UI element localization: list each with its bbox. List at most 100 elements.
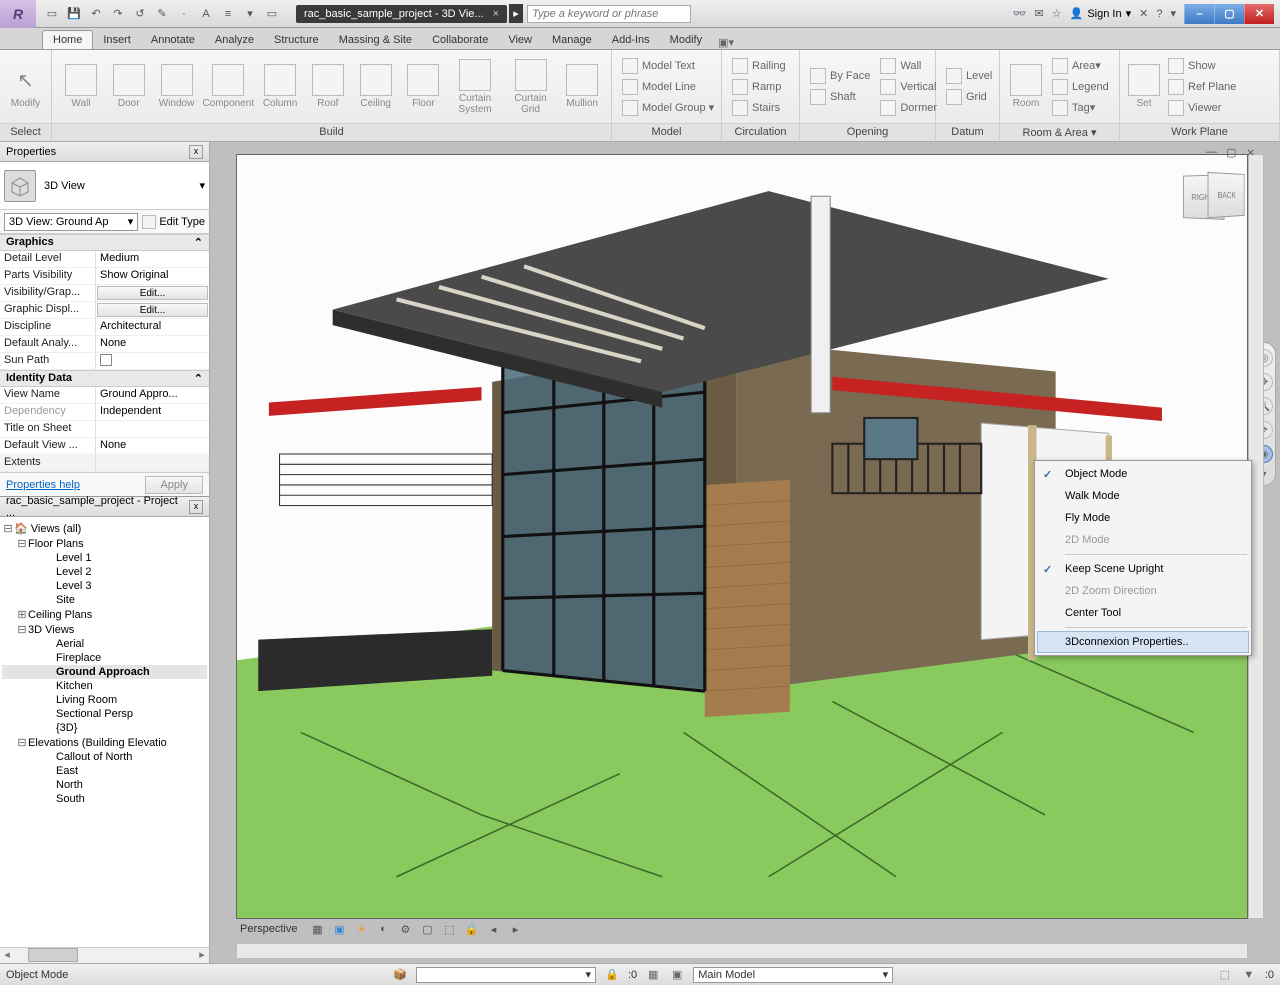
tree-item[interactable]: Level 3 xyxy=(2,579,207,593)
prop-value[interactable]: Architectural xyxy=(96,319,209,335)
filter-icon[interactable]: ▼ xyxy=(1241,967,1257,983)
prop-value[interactable] xyxy=(96,353,209,369)
tree-item[interactable]: Site xyxy=(2,593,207,607)
model-group-button[interactable]: Model Group▾ xyxy=(618,98,718,118)
infocenter-search-icon[interactable]: 👓 xyxy=(1013,7,1027,20)
properties-type-selector[interactable]: 3D View ▾ xyxy=(0,162,209,210)
column-button[interactable]: Column xyxy=(257,54,303,120)
undo-icon[interactable]: ↶ xyxy=(88,6,104,22)
ribbon-tab-modify[interactable]: Modify xyxy=(660,31,712,49)
window-close[interactable]: ✕ xyxy=(1244,4,1274,24)
app-logo[interactable]: R xyxy=(0,0,36,28)
prop-category-graphics[interactable]: Graphics⌃ xyxy=(0,234,209,251)
prop-row[interactable]: Visibility/Grap...Edit... xyxy=(0,285,209,302)
design-options-icon[interactable]: ▦ xyxy=(645,967,661,983)
main-model-icon[interactable]: ▣ xyxy=(669,967,685,983)
properties-help-link[interactable]: Properties help xyxy=(6,479,80,491)
room-button[interactable]: Room xyxy=(1006,54,1046,120)
help-icon[interactable]: ? xyxy=(1156,8,1162,20)
prop-value[interactable]: None xyxy=(96,336,209,352)
tree-root[interactable]: ⊟🏠 Views (all) xyxy=(2,521,207,536)
stairs-button[interactable]: Stairs xyxy=(728,98,790,118)
legend-button[interactable]: Legend xyxy=(1048,77,1113,97)
set-wp-button[interactable]: Set xyxy=(1126,54,1162,120)
ribbon-tab-analyze[interactable]: Analyze xyxy=(205,31,264,49)
door-button[interactable]: Door xyxy=(106,54,152,120)
prop-value[interactable]: Independent xyxy=(96,404,209,420)
tree-item[interactable]: North xyxy=(2,778,207,792)
tree-item[interactable]: South xyxy=(2,792,207,806)
prop-category-identity[interactable]: Identity Data⌃ xyxy=(0,370,209,387)
grid-button[interactable]: Grid xyxy=(942,87,996,107)
browser-hscroll[interactable]: ◂▸ xyxy=(0,947,209,963)
ribbon-tab-insert[interactable]: Insert xyxy=(93,31,141,49)
component-button[interactable]: Component xyxy=(201,54,255,120)
tree-3dviews[interactable]: ⊟3D Views xyxy=(2,622,207,637)
level-button[interactable]: Level xyxy=(942,66,996,86)
menu-walk-mode[interactable]: Walk Mode xyxy=(1037,485,1249,507)
railing-button[interactable]: Railing xyxy=(728,56,790,76)
help-chevron-icon[interactable]: ▾ xyxy=(1170,7,1176,20)
ribbon-tab-view[interactable]: View xyxy=(498,31,542,49)
viewer-button[interactable]: Viewer xyxy=(1164,98,1240,118)
show-wp-button[interactable]: Show xyxy=(1164,56,1240,76)
tree-item[interactable]: Aerial xyxy=(2,637,207,651)
sun-path-icon[interactable]: ☀ xyxy=(353,921,369,937)
reveal-icon[interactable]: ▸ xyxy=(507,921,523,937)
tree-item[interactable]: Level 2 xyxy=(2,565,207,579)
document-tab[interactable]: rac_basic_sample_project - 3D Vie... × xyxy=(296,5,507,23)
properties-instance-combo[interactable]: 3D View: Ground Ap▾ xyxy=(4,213,138,231)
view-min-icon[interactable]: — xyxy=(1206,146,1220,160)
ramp-button[interactable]: Ramp xyxy=(728,77,790,97)
ribbon-tab-addins[interactable]: Add-Ins xyxy=(602,31,660,49)
menu-object-mode[interactable]: ✓Object Mode xyxy=(1037,463,1249,485)
ribbon-tab-home[interactable]: Home xyxy=(42,30,93,49)
favorites-icon[interactable]: ☆ xyxy=(1052,7,1062,20)
prop-value[interactable]: Ground Appro... xyxy=(96,387,209,403)
crop-visible-icon[interactable]: ⬚ xyxy=(441,921,457,937)
editable-only-icon[interactable]: 🔒 xyxy=(604,967,620,983)
prop-row[interactable]: Parts VisibilityShow Original xyxy=(0,268,209,285)
window-button[interactable]: Window xyxy=(154,54,200,120)
tree-ceiling[interactable]: ⊞Ceiling Plans xyxy=(2,607,207,622)
menu-3dconnexion-props[interactable]: 3Dconnexion Properties.. xyxy=(1037,631,1249,653)
detail-level-icon[interactable]: ▦ xyxy=(309,921,325,937)
view-max-icon[interactable]: ▢ xyxy=(1226,146,1240,160)
wall-button[interactable]: Wall xyxy=(58,54,104,120)
shadows-icon[interactable]: ◐ xyxy=(375,921,391,937)
curtain-system-button[interactable]: Curtain System xyxy=(448,54,501,120)
prop-row[interactable]: Default View ...None xyxy=(0,438,209,455)
ribbon-overflow-icon[interactable]: ▣▾ xyxy=(718,36,734,49)
properties-header[interactable]: Properties x xyxy=(0,142,209,162)
prop-row[interactable]: Sun Path xyxy=(0,353,209,370)
ribbon-tab-manage[interactable]: Manage xyxy=(542,31,602,49)
crop-icon[interactable]: ▢ xyxy=(419,921,435,937)
tree-item[interactable]: Sectional Persp xyxy=(2,707,207,721)
sync-icon[interactable]: A xyxy=(198,6,214,22)
shaft-button[interactable]: Shaft xyxy=(806,87,874,107)
measure-icon[interactable]: ✎ xyxy=(154,6,170,22)
workset-icon[interactable]: 📦 xyxy=(392,967,408,983)
view-close-icon[interactable]: ⨯ xyxy=(1246,146,1260,160)
project-browser-tree[interactable]: ⊟🏠 Views (all) ⊟Floor Plans Level 1Level… xyxy=(0,517,209,947)
prop-edit-button[interactable]: Edit... xyxy=(97,303,208,317)
prop-value[interactable]: Medium xyxy=(96,251,209,267)
ribbon-tab-structure[interactable]: Structure xyxy=(264,31,329,49)
tree-item[interactable]: Living Room xyxy=(2,693,207,707)
save-icon[interactable]: 💾 xyxy=(66,6,82,22)
tree-floorplans[interactable]: ⊟Floor Plans xyxy=(2,536,207,551)
refplane-button[interactable]: Ref Plane xyxy=(1164,77,1240,97)
exchange-icon[interactable]: ✕ xyxy=(1139,7,1148,20)
prop-row[interactable]: Default Analy...None xyxy=(0,336,209,353)
roof-button[interactable]: Roof xyxy=(305,54,351,120)
lock-icon[interactable]: 🔒 xyxy=(463,921,479,937)
model-text-button[interactable]: Model Text xyxy=(618,56,718,76)
close-doc-icon[interactable]: × xyxy=(493,8,499,20)
search-input[interactable] xyxy=(527,5,691,23)
prop-row[interactable]: Detail LevelMedium xyxy=(0,251,209,268)
redo-icon[interactable]: ↷ xyxy=(110,6,126,22)
tree-item[interactable]: Ground Approach xyxy=(2,665,207,679)
prop-edit-button[interactable]: Edit... xyxy=(97,286,208,300)
curtain-grid-button[interactable]: Curtain Grid xyxy=(504,54,557,120)
edit-type-button[interactable]: Edit Type xyxy=(142,215,205,229)
